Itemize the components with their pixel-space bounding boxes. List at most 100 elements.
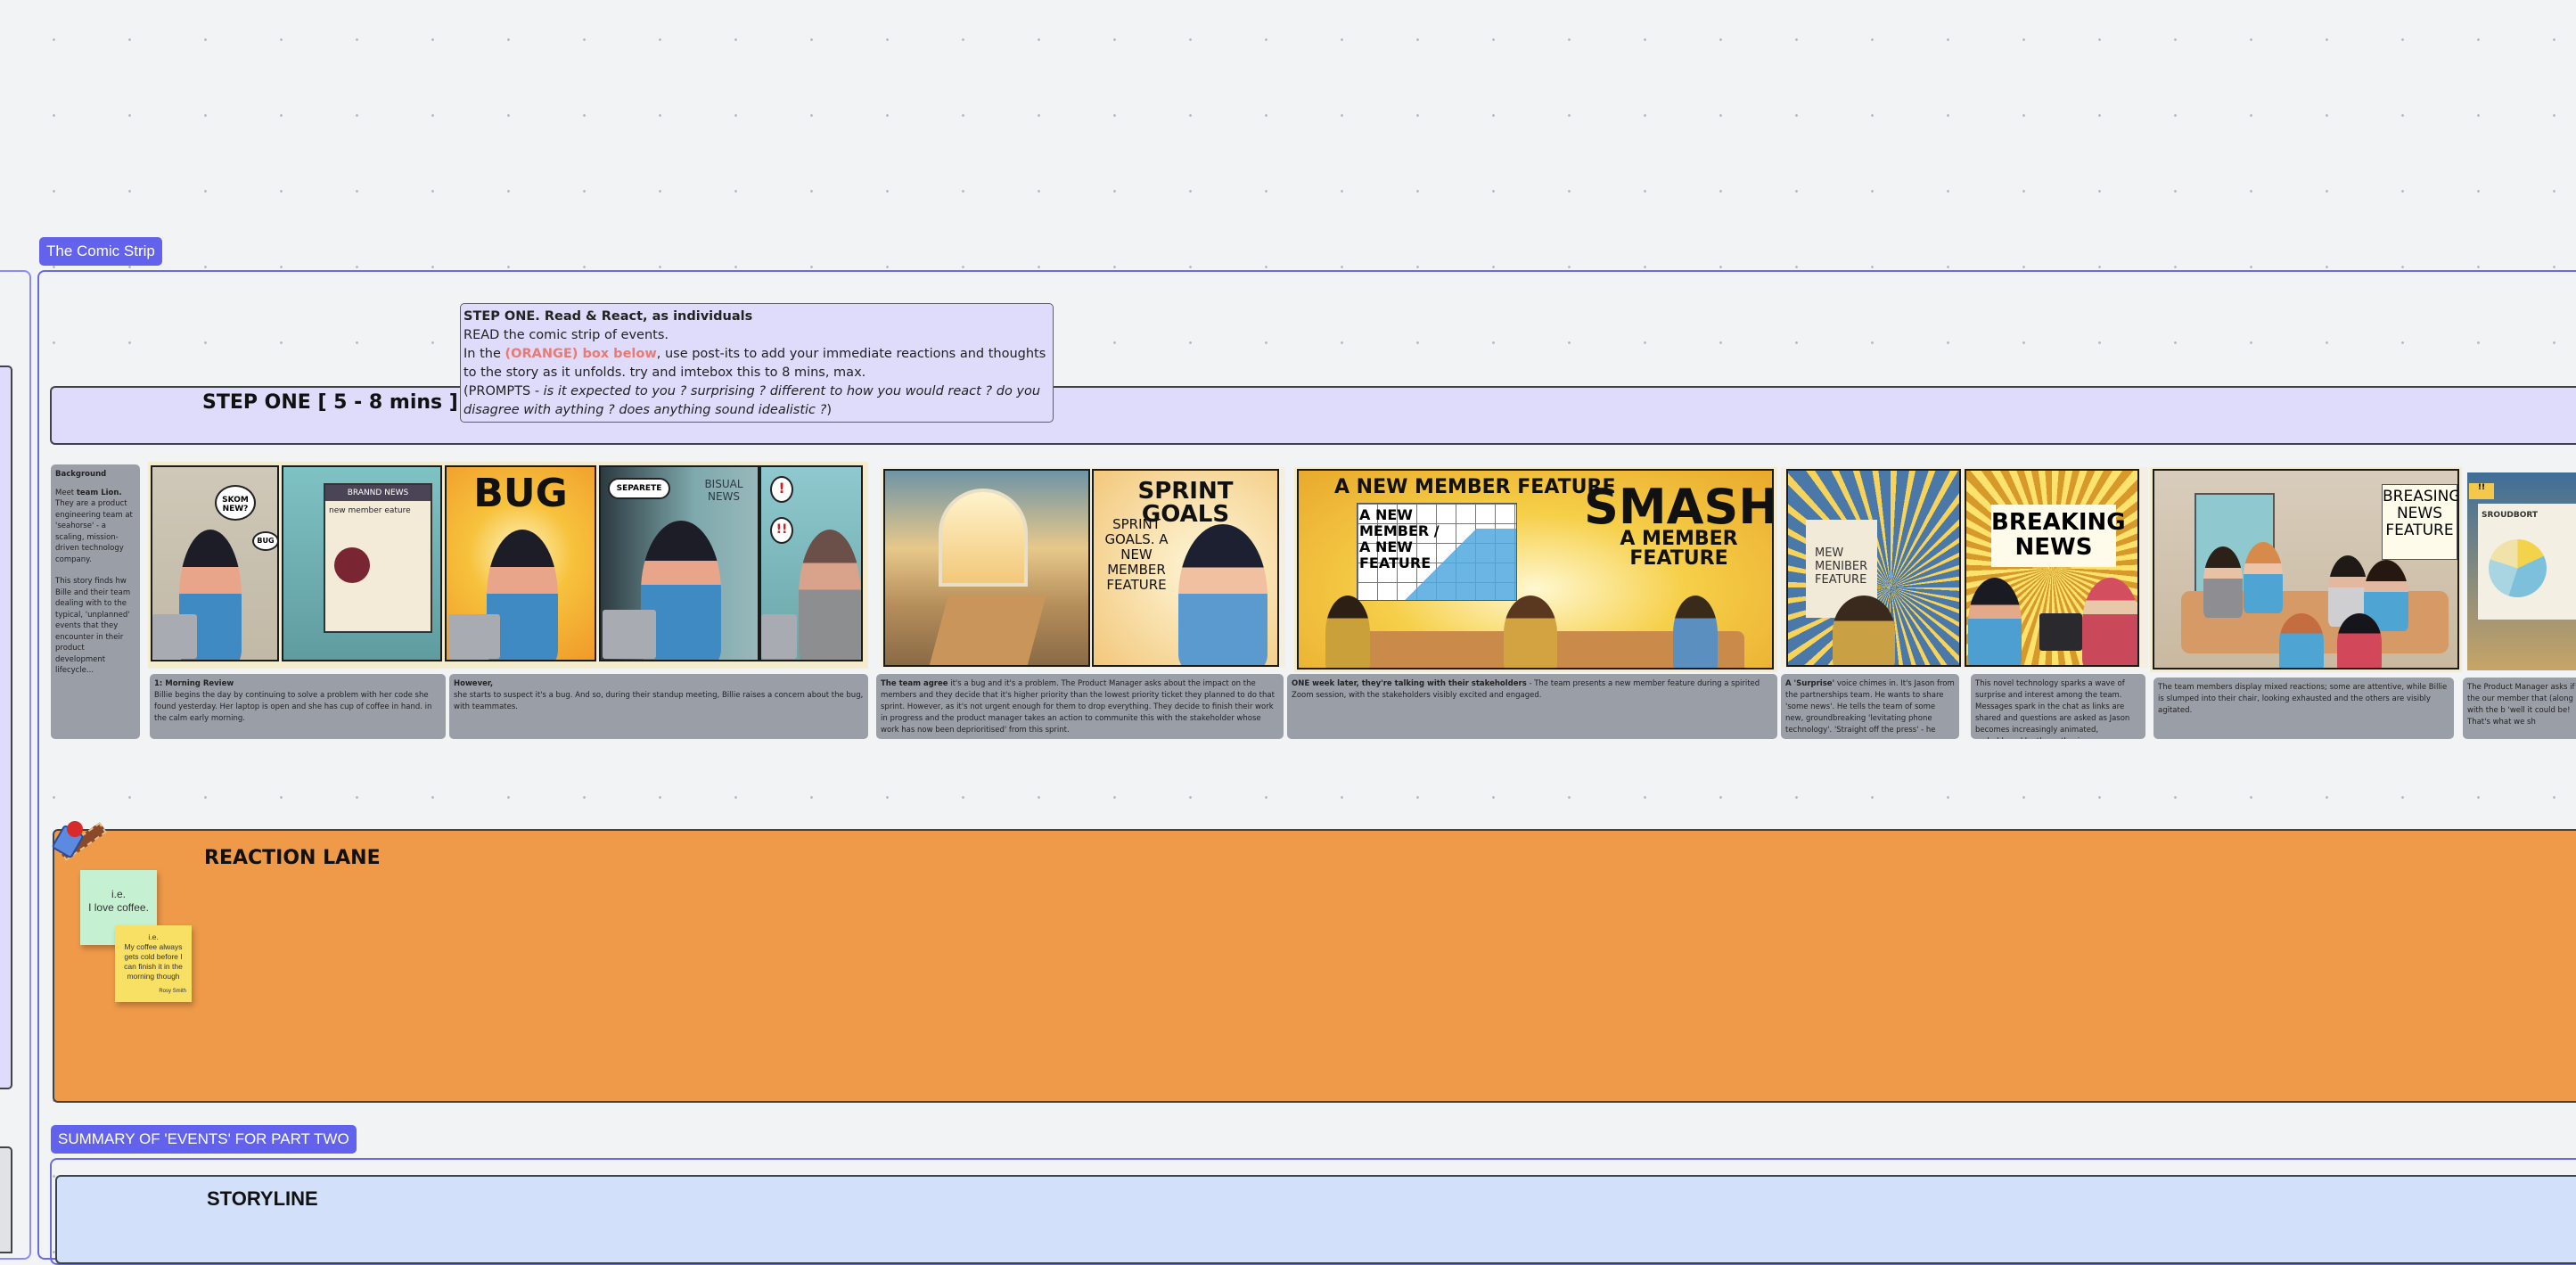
speech-bubble: SEPARETE bbox=[608, 478, 670, 499]
sticky-note-yellow[interactable]: i.e. My coffee always gets cold before I… bbox=[115, 925, 192, 1002]
sticky-note-author: Rosy Smith bbox=[159, 989, 186, 994]
caption-title: 1: Morning Review bbox=[154, 679, 234, 688]
storyline-lane-title: STORYLINE bbox=[207, 1187, 318, 1210]
speech-bubble: ! bbox=[770, 476, 793, 503]
panel-headline-smashing: SMASHING bbox=[1584, 479, 1772, 535]
comic-panel-4: SEPARETE BISUAL NEWS bbox=[599, 465, 759, 661]
orange-box-highlight: (ORANGE) box below bbox=[505, 347, 657, 361]
reaction-lane[interactable]: REACTION LANE bbox=[53, 829, 2576, 1103]
caption-text: The team members display mixed reactions… bbox=[2158, 683, 2448, 715]
step-one-instructions[interactable]: STEP ONE. Read & React, as individuals R… bbox=[460, 303, 1054, 423]
comic-panel-3: BUG bbox=[445, 465, 596, 661]
comic-strip-frame-label[interactable]: The Comic Strip bbox=[39, 237, 162, 266]
caption-text: The Product Manager asks if the our memb… bbox=[2467, 683, 2575, 727]
comic-panel-6 bbox=[883, 469, 1090, 667]
step-one-lane[interactable]: STEP ONE [ 5 - 8 mins ] bbox=[50, 386, 2576, 445]
caption-title: A 'Surprise' bbox=[1785, 679, 1835, 688]
pie-chart-illustration bbox=[2489, 539, 2547, 597]
character-figure bbox=[1968, 578, 2022, 665]
caption-card-5[interactable]: A 'Surprise' voice chimes in. It's Jason… bbox=[1781, 674, 1959, 739]
news-screen: BRANND NEWS new member eature bbox=[324, 483, 432, 633]
background-card-para1: Meet team Lion. They are a product engin… bbox=[55, 488, 133, 564]
sticky-note-text: My coffee always gets cold before I can … bbox=[124, 942, 183, 981]
comic-image-4[interactable]: MEW MENIBER FEATURE BREAKING NEWS bbox=[1781, 467, 2148, 668]
sticky-note-text: i.e. bbox=[148, 932, 159, 941]
panel-sign: !! bbox=[2469, 483, 2494, 499]
meeting-table bbox=[929, 596, 1046, 665]
comic-panel-12: BREASING NEWS FEATURE bbox=[2153, 469, 2459, 669]
caption-text: she starts to suspect it's a bug. And so… bbox=[454, 691, 864, 711]
instruction-line-post-its: In the (ORANGE) box below, use post-its … bbox=[464, 347, 1046, 380]
character-figure bbox=[1833, 596, 1895, 665]
storyline-lane[interactable]: STORYLINE bbox=[55, 1175, 2576, 1264]
speech-bubble: BUG bbox=[252, 531, 277, 551]
growth-chart: A NEW MEMBER / A NEW FEATURE bbox=[1357, 503, 1517, 601]
caption-card-3[interactable]: The team agree it's a bug and it's a pro… bbox=[876, 674, 1284, 739]
character-figure bbox=[1178, 524, 1267, 665]
laptop-illustration bbox=[152, 614, 197, 659]
laptop-illustration bbox=[761, 614, 797, 659]
instruction-prompts: (PROMPTS - is it expected to you ? surpr… bbox=[464, 384, 1041, 417]
caption-title: The team agree bbox=[881, 679, 948, 688]
sticky-note-text: i.e. bbox=[111, 888, 126, 900]
instruction-line-read: READ the comic strip of events. bbox=[464, 328, 669, 342]
laptop-illustration bbox=[603, 610, 656, 659]
comic-panel-10: MEW MENIBER FEATURE bbox=[1786, 469, 1961, 667]
left-lane-stub-bottom bbox=[0, 1146, 12, 1253]
caption-text: This novel technology sparks a wave of s… bbox=[1975, 679, 2130, 739]
panel-subheadline: A MEMBER FEATURE bbox=[1620, 528, 1738, 570]
caption-title: However, bbox=[454, 679, 494, 688]
speech-bubble: !! bbox=[770, 517, 793, 544]
panel-text: SPRINT GOALS. A NEW MEMBER FEATURE bbox=[1104, 516, 1169, 593]
left-lane-stub-top bbox=[0, 366, 12, 1089]
step-one-lane-title: STEP ONE [ 5 - 8 mins ] bbox=[202, 391, 458, 414]
panel-headline: A NEW MEMBER FEATURE bbox=[1334, 476, 1616, 498]
instruction-heading: STEP ONE. Read & React, as individuals bbox=[464, 309, 753, 324]
character-figure bbox=[2082, 578, 2137, 665]
laptop-illustration bbox=[448, 614, 500, 659]
caption-card-4[interactable]: ONE week later, they're talking with the… bbox=[1287, 674, 1777, 739]
comic-panel-2: BRANND NEWS new member eature bbox=[282, 465, 442, 661]
caption-card-7[interactable]: The team members display mixed reactions… bbox=[2154, 678, 2454, 739]
character-figure bbox=[2279, 613, 2324, 668]
character-figure bbox=[2244, 542, 2283, 613]
panel-headline: BUG bbox=[473, 471, 568, 516]
comic-panel-11: BREAKING NEWS bbox=[1965, 469, 2139, 667]
panel-sign: BREAKING NEWS bbox=[1991, 505, 2126, 567]
comic-panel-5: ! !! bbox=[759, 465, 863, 661]
caption-card-2[interactable]: However, she starts to suspect it's a bu… bbox=[449, 674, 868, 739]
film-reel-sticker-icon bbox=[49, 817, 111, 871]
caption-card-6[interactable]: This novel technology sparks a wave of s… bbox=[1971, 674, 2145, 739]
background-card-para2: This story finds hw Bille and their team… bbox=[55, 577, 131, 675]
character-figure bbox=[1673, 596, 1718, 668]
comic-panel-1: SKOM NEW? BUG bbox=[151, 465, 279, 661]
background-card-title: Background bbox=[55, 470, 107, 479]
comic-image-3[interactable]: A NEW MEMBER FEATURE A NEW MEMBER / A NE… bbox=[1294, 467, 1777, 672]
character-figure bbox=[2337, 613, 2382, 668]
caption-text: Billie begins the day by continuing to s… bbox=[154, 691, 432, 723]
background-card[interactable]: Background Meet team Lion. They are a pr… bbox=[51, 464, 140, 739]
comic-panel-8: A NEW MEMBER FEATURE A NEW MEMBER / A NE… bbox=[1297, 469, 1774, 669]
bug-icon bbox=[334, 547, 370, 583]
comic-image-6[interactable]: !! SROUDBORT bbox=[2467, 472, 2576, 670]
comic-image-2[interactable]: SPRINT GOALS SPRINT GOALS. A NEW MEMBER … bbox=[881, 467, 1285, 668]
speech-bubble: SKOM NEW? bbox=[215, 485, 256, 521]
comic-image-1[interactable]: SKOM NEW? BUG BRANND NEWS new member eat… bbox=[148, 462, 868, 669]
panel-sign: BREASING NEWS FEATURE bbox=[2382, 484, 2457, 560]
caption-card-1[interactable]: 1: Morning Review Billie begins the day … bbox=[150, 674, 446, 739]
character-figure bbox=[799, 530, 861, 660]
panel-sign: BISUAL NEWS bbox=[704, 478, 743, 503]
comic-panel-7: SPRINT GOALS SPRINT GOALS. A NEW MEMBER … bbox=[1092, 469, 1279, 667]
summary-frame-label[interactable]: SUMMARY OF 'EVENTS' FOR PART TWO bbox=[51, 1125, 357, 1154]
caption-title: ONE week later, they're talking with the… bbox=[1292, 679, 1527, 688]
window-illustration bbox=[939, 489, 1028, 587]
reaction-lane-title: REACTION LANE bbox=[204, 847, 381, 869]
character-figure bbox=[1325, 596, 1370, 668]
dashboard-board: SROUDBORT bbox=[2478, 504, 2576, 620]
caption-card-8[interactable]: The Product Manager asks if the our memb… bbox=[2463, 678, 2576, 739]
caption-text: voice chimes in. It's Jason from the par… bbox=[1785, 679, 1955, 739]
character-figure bbox=[1504, 596, 1557, 668]
character-figure bbox=[2203, 546, 2243, 618]
sticky-note-text: I love coffee. bbox=[88, 901, 149, 914]
comic-image-5[interactable]: BREASING NEWS FEATURE bbox=[2150, 467, 2462, 672]
